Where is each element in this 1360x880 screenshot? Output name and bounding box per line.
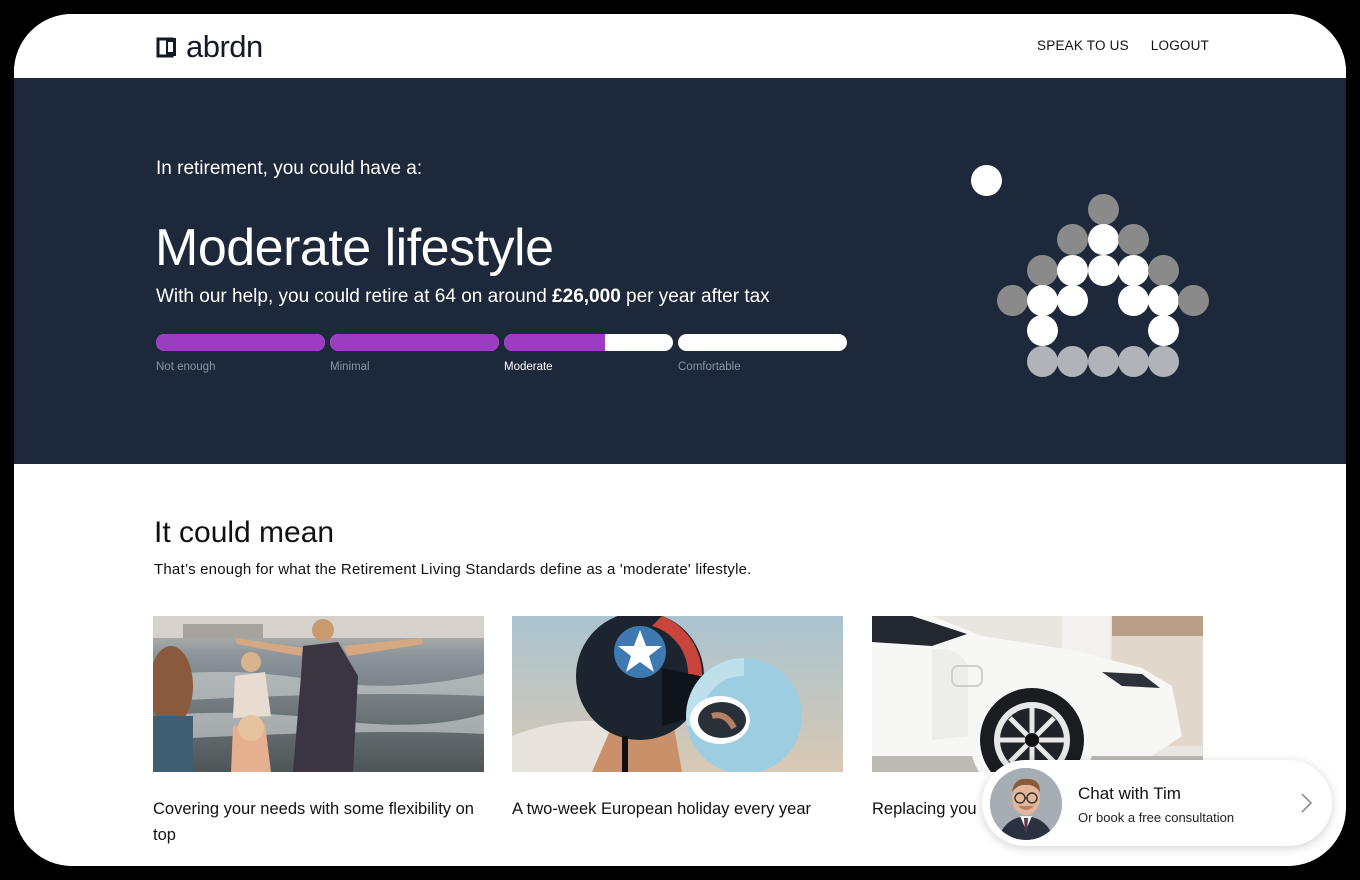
header: abrdn SPEAK TO US LOGOUT bbox=[14, 14, 1346, 78]
logo-text: abrdn bbox=[186, 29, 263, 64]
segment-moderate: Moderate bbox=[504, 334, 673, 373]
app-frame: abrdn SPEAK TO US LOGOUT In retirement, … bbox=[14, 14, 1346, 866]
segment-comfortable: Comfortable bbox=[678, 334, 847, 373]
segment-minimal: Minimal bbox=[330, 334, 499, 373]
hero-banner: In retirement, you could have a: Moderat… bbox=[14, 78, 1346, 464]
house-dot bbox=[997, 285, 1028, 316]
helmets-image bbox=[512, 616, 843, 772]
segment-fill bbox=[330, 334, 499, 351]
house-dot bbox=[1027, 285, 1058, 316]
house-dot bbox=[1057, 346, 1088, 377]
segment-not-enough: Not enough bbox=[156, 334, 325, 373]
card-caption: A two-week European holiday every year bbox=[512, 800, 811, 818]
house-dot bbox=[1088, 194, 1119, 225]
beach-family-image bbox=[153, 616, 484, 772]
house-dot bbox=[1118, 224, 1149, 255]
section-subtitle: That’s enough for what the Retirement Li… bbox=[154, 561, 752, 578]
advisor-avatar bbox=[990, 768, 1062, 840]
hero-headline: Moderate lifestyle bbox=[155, 219, 554, 277]
card-caption: Covering your needs with some flexibilit… bbox=[153, 800, 474, 844]
house-dot bbox=[1057, 255, 1088, 286]
hero-subtitle: With our help, you could retire at 64 on… bbox=[156, 286, 770, 308]
segment-label: Comfortable bbox=[678, 361, 741, 373]
lifestyle-card[interactable]: Covering your needs with some flexibilit… bbox=[153, 616, 484, 848]
house-dot bbox=[1118, 285, 1149, 316]
white-car-image bbox=[872, 616, 1203, 772]
house-dot bbox=[1148, 346, 1179, 377]
house-dot bbox=[1178, 285, 1209, 316]
segment-label-active: Moderate bbox=[504, 361, 553, 373]
segment-fill bbox=[504, 334, 606, 351]
abrdn-logo[interactable]: abrdn bbox=[156, 29, 263, 64]
segment-label: Not enough bbox=[156, 361, 216, 373]
segment-track bbox=[504, 334, 673, 351]
house-dot bbox=[1057, 224, 1088, 255]
top-nav: SPEAK TO US LOGOUT bbox=[1037, 38, 1209, 53]
lifestyle-progress: Not enough Minimal Moderate Comfortable bbox=[156, 334, 847, 373]
chat-subtitle: Or book a free consultation bbox=[1078, 810, 1235, 825]
logo-mark-icon bbox=[156, 37, 176, 58]
segment-label: Minimal bbox=[330, 361, 370, 373]
house-dot bbox=[1088, 224, 1119, 255]
house-dot bbox=[1088, 346, 1119, 377]
helmets-photo bbox=[512, 616, 843, 772]
retirement-income-amount: £26,000 bbox=[552, 286, 621, 307]
hero-subtitle-suffix: per year after tax bbox=[626, 286, 770, 307]
white-car-photo bbox=[872, 616, 1203, 772]
lifestyle-card[interactable]: A two-week European holiday every year bbox=[512, 616, 843, 822]
house-dot bbox=[1118, 346, 1149, 377]
house-dot bbox=[1088, 255, 1119, 286]
segment-fill bbox=[156, 334, 325, 351]
house-dots-illustration bbox=[964, 163, 1224, 403]
segment-track bbox=[678, 334, 847, 351]
advisor-photo bbox=[990, 768, 1062, 840]
segment-track bbox=[156, 334, 325, 351]
speak-to-us-link[interactable]: SPEAK TO US bbox=[1037, 38, 1129, 53]
hero-subtitle-prefix: With our help, you could retire at 64 on… bbox=[156, 286, 547, 307]
logout-link[interactable]: LOGOUT bbox=[1151, 38, 1209, 53]
house-dot bbox=[1148, 315, 1179, 346]
chat-title: Chat with Tim bbox=[1078, 784, 1181, 803]
house-dot bbox=[1148, 255, 1179, 286]
house-dot bbox=[1118, 255, 1149, 286]
house-dot bbox=[1027, 315, 1058, 346]
hero-kicker: In retirement, you could have a: bbox=[156, 158, 423, 179]
chevron-right-icon bbox=[1301, 793, 1313, 813]
segment-track bbox=[330, 334, 499, 351]
house-dot bbox=[1057, 285, 1088, 316]
house-dot bbox=[971, 165, 1002, 196]
beach-family-photo bbox=[153, 616, 484, 772]
house-dot bbox=[1027, 346, 1058, 377]
house-dot bbox=[1027, 255, 1058, 286]
house-dot bbox=[1148, 285, 1179, 316]
section-title: It could mean bbox=[154, 516, 335, 549]
chat-with-advisor-widget[interactable]: Chat with Tim Or book a free consultatio… bbox=[982, 760, 1332, 846]
